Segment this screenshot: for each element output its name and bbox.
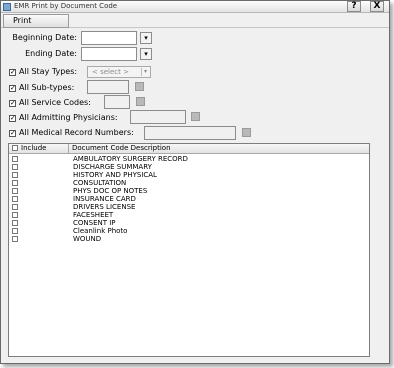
document-code-description: FACESHEET	[73, 211, 114, 219]
table-row[interactable]: CONSULTATION	[9, 179, 369, 187]
table-row[interactable]: WOUND	[9, 235, 369, 243]
all-sub-types-label: All Sub-types:	[19, 83, 75, 92]
all-service-codes-label: All Service Codes:	[19, 98, 91, 107]
ending-date-dropdown-icon[interactable]: ▾	[140, 48, 152, 60]
medical-record-numbers-lookup-icon[interactable]	[242, 128, 251, 137]
medical-record-numbers-input[interactable]	[144, 126, 236, 140]
include-checkbox[interactable]	[12, 236, 18, 242]
service-codes-input[interactable]	[104, 95, 130, 109]
sub-types-input[interactable]	[87, 80, 129, 94]
document-code-description: Cleanlink Photo	[73, 227, 128, 235]
table-row[interactable]: Cleanlink Photo	[9, 227, 369, 235]
select-all-checkbox[interactable]	[12, 145, 18, 151]
document-code-description: PHYS DOC OP NOTES	[73, 187, 148, 195]
document-code-description: DISCHARGE SUMMARY	[73, 163, 152, 171]
emr-print-window: EMR Print by Document Code ? X Print Beg…	[0, 0, 390, 364]
table-row[interactable]: INSURANCE CARD	[9, 195, 369, 203]
document-code-description: CONSENT IP	[73, 219, 116, 227]
title-bar: EMR Print by Document Code ? X	[1, 1, 389, 13]
print-button[interactable]: Print	[3, 14, 69, 28]
include-checkbox[interactable]	[12, 180, 18, 186]
help-button[interactable]: ?	[347, 1, 361, 12]
app-icon	[3, 3, 11, 11]
document-code-description: WOUND	[73, 235, 102, 243]
all-medical-record-numbers-checkbox[interactable]: ✓	[9, 130, 16, 137]
all-stay-types-checkbox[interactable]: ✓	[9, 69, 16, 76]
ending-date-label: Ending Date:	[25, 49, 77, 58]
description-column-header[interactable]: Document Code Description	[70, 144, 369, 154]
beginning-date-input[interactable]	[81, 31, 137, 45]
document-code-description: INSURANCE CARD	[73, 195, 136, 203]
include-checkbox[interactable]	[12, 188, 18, 194]
all-medical-record-numbers-label: All Medical Record Numbers:	[19, 128, 134, 137]
beginning-date-dropdown-icon[interactable]: ▾	[140, 32, 152, 44]
admitting-physicians-lookup-icon[interactable]	[191, 112, 200, 121]
toolbar: Print	[1, 14, 389, 28]
table-row[interactable]: PHYS DOC OP NOTES	[9, 187, 369, 195]
include-checkbox[interactable]	[12, 212, 18, 218]
sub-types-lookup-icon[interactable]	[135, 82, 144, 91]
table-row[interactable]: AMBULATORY SURGERY RECORD	[9, 155, 369, 163]
table-row[interactable]: DISCHARGE SUMMARY	[9, 163, 369, 171]
document-code-description: HISTORY AND PHYSICAL	[73, 171, 157, 179]
filter-form: Beginning Date: ▾ Ending Date: ▾ ✓ All S…	[1, 29, 389, 141]
include-checkbox[interactable]	[12, 172, 18, 178]
all-service-codes-checkbox[interactable]: ✓	[9, 100, 16, 107]
include-checkbox[interactable]	[12, 204, 18, 210]
include-column-header[interactable]: Include	[9, 144, 69, 154]
document-code-description: AMBULATORY SURGERY RECORD	[73, 155, 188, 163]
table-row[interactable]: DRIVERS LICENSE	[9, 203, 369, 211]
include-checkbox[interactable]	[12, 164, 18, 170]
admitting-physicians-input[interactable]	[130, 110, 186, 124]
include-checkbox[interactable]	[12, 228, 18, 234]
chevron-down-icon: ▾	[141, 68, 149, 76]
window-title: EMR Print by Document Code	[14, 2, 118, 10]
close-button[interactable]: X	[370, 1, 384, 12]
grid-header: Include Document Code Description	[9, 144, 369, 154]
include-checkbox[interactable]	[12, 156, 18, 162]
ending-date-input[interactable]	[81, 47, 137, 61]
table-row[interactable]: HISTORY AND PHYSICAL	[9, 171, 369, 179]
all-sub-types-checkbox[interactable]: ✓	[9, 85, 16, 92]
document-code-description: CONSULTATION	[73, 179, 127, 187]
all-admitting-physicians-label: All Admitting Physicians:	[19, 113, 118, 122]
beginning-date-label: Beginning Date:	[12, 33, 77, 42]
all-stay-types-label: All Stay Types:	[19, 67, 78, 76]
include-checkbox[interactable]	[12, 196, 18, 202]
service-codes-lookup-icon[interactable]	[136, 97, 145, 106]
stay-types-placeholder: < select >	[92, 68, 129, 76]
stay-types-select[interactable]: < select > ▾	[87, 66, 151, 78]
table-row[interactable]: CONSENT IP	[9, 219, 369, 227]
document-code-grid: Include Document Code Description AMBULA…	[8, 143, 370, 357]
all-admitting-physicians-checkbox[interactable]: ✓	[9, 115, 16, 122]
table-row[interactable]: FACESHEET	[9, 211, 369, 219]
include-header-label: Include	[21, 144, 47, 152]
include-checkbox[interactable]	[12, 220, 18, 226]
document-code-description: DRIVERS LICENSE	[73, 203, 136, 211]
